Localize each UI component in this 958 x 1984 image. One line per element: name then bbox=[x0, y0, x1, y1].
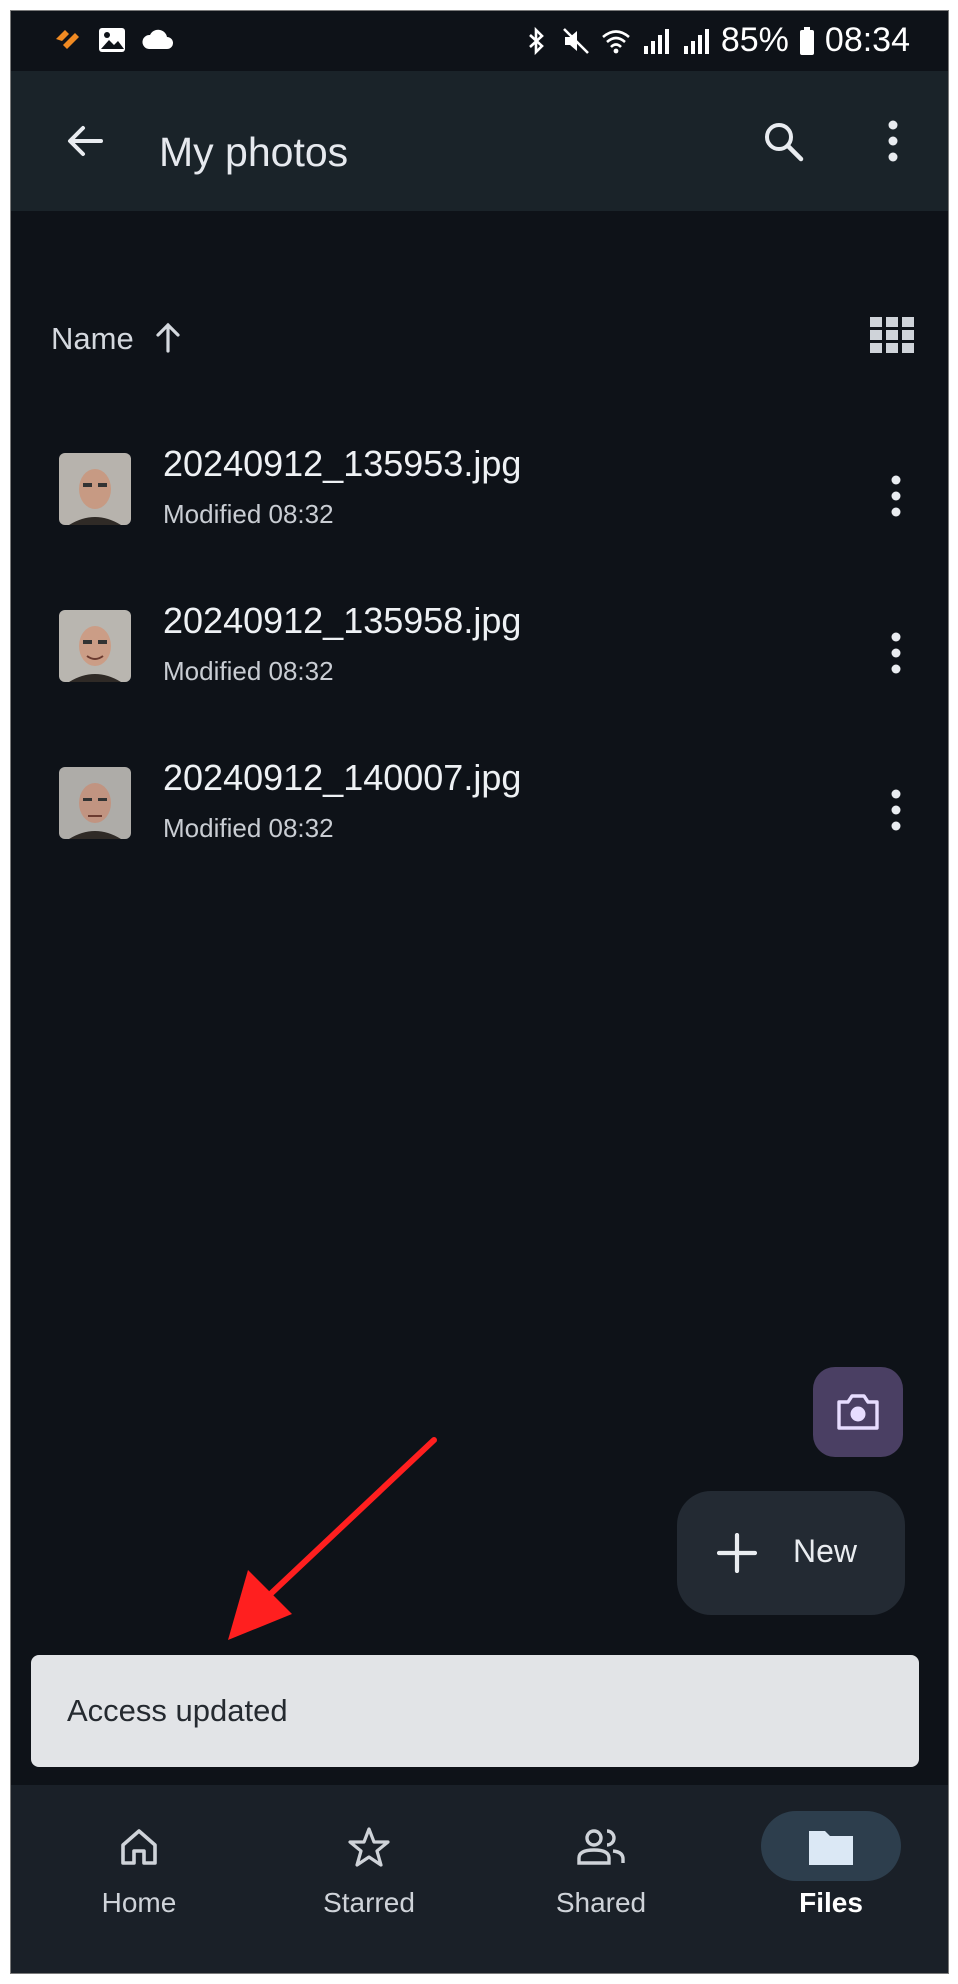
arrow-up-icon[interactable] bbox=[151, 317, 185, 357]
home-icon bbox=[121, 1829, 157, 1865]
more-vert-icon[interactable] bbox=[884, 628, 908, 678]
clock: 08:34 bbox=[824, 21, 910, 59]
search-icon bbox=[765, 123, 804, 162]
status-bar: 85% 08:34 bbox=[11, 11, 948, 71]
app-notification-icon bbox=[56, 30, 79, 49]
file-modified: Modified 08:32 bbox=[163, 656, 334, 686]
status-right-icons: 85% 08:34 bbox=[521, 21, 910, 60]
back-button[interactable] bbox=[53, 109, 117, 173]
bottom-navigation: Home Starred Shared Files bbox=[11, 1785, 948, 1973]
gallery-notification-icon bbox=[99, 28, 125, 52]
file-row[interactable]: 20240912_140007.jpg Modified 08:32 bbox=[11, 757, 948, 887]
snackbar: Access updated bbox=[31, 1655, 919, 1767]
more-vert-icon[interactable] bbox=[884, 785, 908, 835]
camera-scan-button[interactable] bbox=[813, 1367, 903, 1457]
photo-thumbnail bbox=[59, 767, 131, 839]
signal-icon-2 bbox=[683, 28, 709, 54]
more-vert-icon bbox=[888, 120, 898, 162]
cloud-icon bbox=[142, 29, 173, 49]
mute-icon bbox=[562, 27, 589, 54]
photo-thumbnail bbox=[59, 610, 131, 682]
nav-home-label: Home bbox=[101, 1887, 177, 1918]
folder-icon bbox=[809, 1831, 853, 1865]
file-name: 20240912_135953.jpg bbox=[163, 443, 522, 484]
star-icon bbox=[348, 1827, 390, 1867]
bluetooth-icon bbox=[528, 26, 544, 55]
file-modified: Modified 08:32 bbox=[163, 813, 334, 843]
status-left-icons bbox=[53, 25, 175, 55]
file-modified: Modified 08:32 bbox=[163, 499, 334, 529]
nav-shared[interactable]: Shared bbox=[501, 1785, 701, 1973]
nav-files[interactable]: Files bbox=[731, 1785, 931, 1973]
overflow-menu-button[interactable] bbox=[861, 109, 925, 173]
signal-icon-1 bbox=[643, 28, 669, 54]
people-icon bbox=[577, 1829, 625, 1865]
sort-by-name-button[interactable]: Name bbox=[51, 321, 134, 357]
battery-percent: 85% bbox=[720, 21, 789, 59]
arrow-left-icon bbox=[68, 126, 103, 156]
page-title: My photos bbox=[159, 129, 349, 175]
nav-home[interactable]: Home bbox=[39, 1785, 239, 1973]
nav-starred[interactable]: Starred bbox=[269, 1785, 469, 1973]
sort-bar: Name bbox=[11, 311, 948, 361]
nav-files-label: Files bbox=[799, 1887, 863, 1918]
new-button[interactable]: New bbox=[677, 1491, 905, 1615]
file-row[interactable]: 20240912_135953.jpg Modified 08:32 bbox=[11, 443, 948, 573]
grid-view-icon[interactable] bbox=[870, 317, 914, 353]
file-row[interactable]: 20240912_135958.jpg Modified 08:32 bbox=[11, 600, 948, 730]
photo-thumbnail bbox=[59, 453, 131, 525]
more-vert-icon[interactable] bbox=[884, 471, 908, 521]
snackbar-message: Access updated bbox=[67, 1693, 288, 1728]
top-app-bar: My photos bbox=[11, 71, 948, 211]
battery-icon bbox=[799, 26, 814, 55]
file-name: 20240912_140007.jpg bbox=[163, 757, 522, 798]
file-name: 20240912_135958.jpg bbox=[163, 600, 522, 641]
new-button-label: New bbox=[793, 1533, 858, 1569]
nav-shared-label: Shared bbox=[555, 1887, 647, 1918]
phone-screen: 85% 08:34 My photos Name 20240912_135953… bbox=[10, 10, 949, 1974]
wifi-icon bbox=[602, 29, 630, 53]
camera-icon bbox=[837, 1394, 879, 1430]
nav-starred-label: Starred bbox=[323, 1887, 415, 1918]
search-button[interactable] bbox=[751, 109, 815, 173]
plus-icon bbox=[717, 1533, 757, 1573]
